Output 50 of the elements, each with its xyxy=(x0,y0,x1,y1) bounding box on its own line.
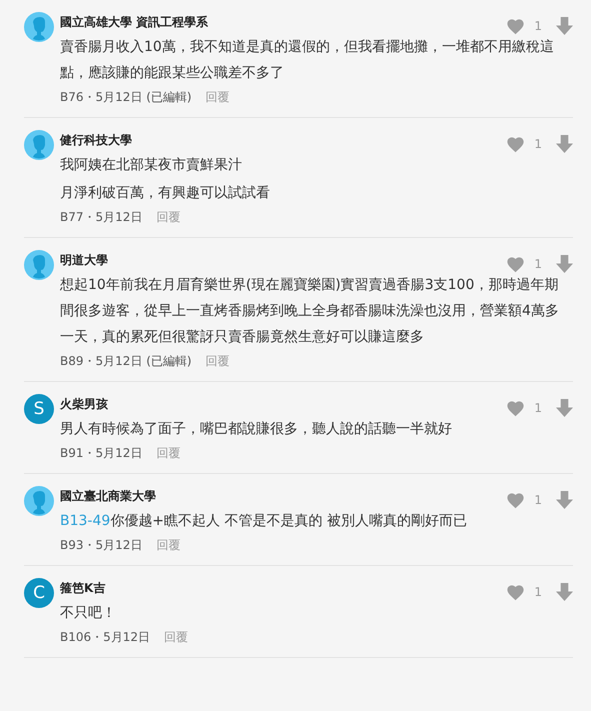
reply-link[interactable]: 回覆 xyxy=(156,537,180,554)
avatar-icon xyxy=(24,250,54,280)
comment-text: 月淨利破百萬，有興趣可以試試看 xyxy=(60,184,271,203)
arrow-down-icon[interactable] xyxy=(556,398,573,418)
comment-text: 想起10年前我在月眉育樂世界(現在麗寶樂園)實習賣過香腸3支100，那時過年期間很多遊客，從早上一直烤香腸烤到晚上全身都香腸味洗澡也沒用，營業額4萬多一天，真的累死但很驚訝只賣香腸竟然生意好可以賺這麼多 xyxy=(60,276,560,347)
avatar-icon xyxy=(24,486,54,516)
arrow-down-icon[interactable] xyxy=(556,134,573,154)
reply-link[interactable]: 回覆 xyxy=(156,209,180,226)
reply-link[interactable]: 回覆 xyxy=(156,445,180,462)
author-name: 國立臺北商業大學 xyxy=(60,488,156,504)
arrow-down-icon[interactable] xyxy=(556,16,573,36)
avatar-icon: C xyxy=(24,578,54,608)
comment-text: 我阿姨在北部某夜市賣鮮果汁 xyxy=(60,156,243,175)
heart-icon[interactable] xyxy=(506,18,526,34)
reply-link[interactable]: 回覆 xyxy=(206,89,230,106)
comment-text: 不只吧！ xyxy=(60,604,117,623)
mention-link[interactable]: B13-49 xyxy=(60,513,110,529)
avatar-icon xyxy=(24,130,54,160)
arrow-down-icon[interactable] xyxy=(556,254,573,274)
like-count: 1 xyxy=(534,19,542,33)
author-name: 火柴男孩 xyxy=(60,396,108,412)
heart-icon[interactable] xyxy=(506,492,526,508)
like-count: 1 xyxy=(534,137,542,151)
heart-icon[interactable] xyxy=(506,584,526,600)
comment-meta: B106・5月12日 xyxy=(60,629,150,646)
comment-meta: B91・5月12日 xyxy=(60,445,142,462)
reply-link[interactable]: 回覆 xyxy=(164,629,188,646)
like-count: 1 xyxy=(534,493,542,507)
arrow-down-icon[interactable] xyxy=(556,582,573,602)
reply-link[interactable]: 回覆 xyxy=(206,353,230,370)
like-count: 1 xyxy=(534,585,542,599)
comment-meta: B89・5月12日 (已編輯) xyxy=(60,353,192,370)
comment-meta: B77・5月12日 xyxy=(60,209,142,226)
author-name: 明道大學 xyxy=(60,252,108,268)
author-name: 健行科技大學 xyxy=(60,132,132,148)
heart-icon[interactable] xyxy=(506,256,526,272)
comment-text: 賣香腸月收入10萬，我不知道是真的還假的，但我看擺地攤，一堆都不用繳稅這點，應該賺的能跟某些公職差不多了 xyxy=(60,38,555,83)
avatar-icon xyxy=(24,12,54,42)
heart-icon[interactable] xyxy=(506,400,526,416)
heart-icon[interactable] xyxy=(506,136,526,152)
author-name: 國立高雄大學 資訊工程學系 xyxy=(60,14,208,30)
comment-meta: B76・5月12日 (已編輯) xyxy=(60,89,192,106)
arrow-down-icon[interactable] xyxy=(556,490,573,510)
comment-meta: B93・5月12日 xyxy=(60,537,142,554)
author-name: 箍笆K吉 xyxy=(60,580,106,596)
like-count: 1 xyxy=(534,257,542,271)
like-count: 1 xyxy=(534,401,542,415)
comment-text: 男人有時候為了面子，嘴巴都說賺很多，聽人說的話聽一半就好 xyxy=(60,420,453,439)
comment-text: B13-49你優越+瞧不起人 不管是不是真的 被別人嘴真的剛好而已 xyxy=(60,512,468,531)
avatar-icon: S xyxy=(24,394,54,424)
